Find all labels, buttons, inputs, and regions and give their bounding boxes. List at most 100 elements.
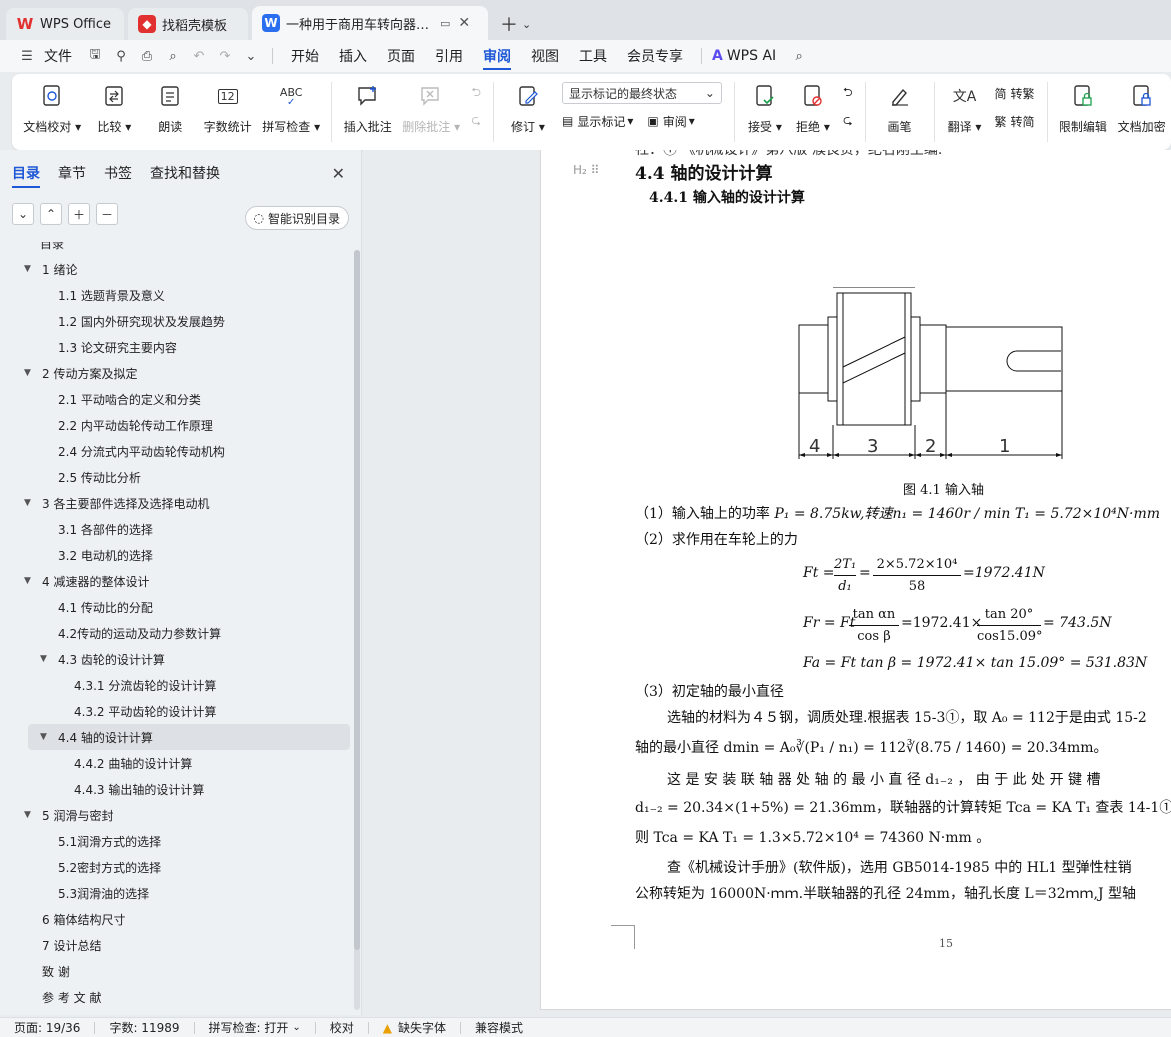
more-chevron-icon[interactable]: ⌄ [240, 45, 262, 67]
hamburger-icon[interactable]: ☰ [16, 45, 38, 67]
toc-item[interactable]: 7 设计总结 [0, 932, 354, 958]
search-icon[interactable]: ⌕ [788, 45, 810, 67]
toc-item[interactable]: 2.5 传动比分析 [0, 464, 354, 490]
print-icon[interactable]: ⎙ [136, 45, 158, 67]
menu-insert[interactable]: 插入 [329, 40, 377, 72]
show-markup-button[interactable]: 显示标记 [577, 113, 625, 130]
next-comment-icon[interactable]: ⮎ [471, 110, 481, 132]
share-icon[interactable]: ⚲ [110, 45, 132, 67]
smart-toc-button[interactable]: ◌ 智能识别目录 [244, 206, 349, 230]
toc-item[interactable]: 4.3.2 平动齿轮的设计计算 [0, 698, 354, 724]
encrypt-button[interactable]: 文档加密 [1118, 82, 1166, 135]
redo-icon[interactable]: ↷ [214, 45, 236, 67]
toc-item[interactable]: 1.1 选题背景及意义 [0, 282, 354, 308]
toc-item[interactable]: 2.2 内平动齿轮传动工作原理 [0, 412, 354, 438]
toc-item[interactable]: ▼ 1 绪论 [0, 256, 354, 282]
menu-page[interactable]: 页面 [377, 40, 425, 72]
tab-wps-office[interactable]: W WPS Office [6, 8, 124, 40]
new-tab-button[interactable]: ＋ ⌄ [492, 8, 539, 40]
menu-start[interactable]: 开始 [281, 40, 329, 72]
missing-font-status[interactable]: ▲ 缺失字体 [369, 1019, 460, 1036]
toc-item[interactable]: 4.2传动的运动及动力参数计算 [0, 620, 354, 646]
restrict-edit-button[interactable]: 限制编辑 [1059, 82, 1107, 135]
prev-change-icon[interactable]: ⮌ [843, 82, 853, 104]
revise-button[interactable]: 修订 ▾ [506, 82, 550, 135]
tab-find-replace[interactable]: 查找和替换 [150, 150, 220, 196]
translate-button[interactable]: 文A 翻译 ▾ [947, 82, 983, 135]
toc-item[interactable]: 4.3.1 分流齿轮的设计计算 [0, 672, 354, 698]
toc-item[interactable]: 1.2 国内外研究现状及发展趋势 [0, 308, 354, 334]
delete-comment-button[interactable]: 删除批注 ▾ [402, 82, 460, 135]
expand-arrow-icon[interactable]: ▼ [24, 264, 36, 274]
document-page[interactable]: 社：① 《机械设计》第八版 濮良贵，纪名刚主编. H₂ ⠿ 4.4 轴的设计计算… [540, 150, 1171, 1010]
tab-document[interactable]: W 一种用于商用车转向器的大传动 ▭ ✕ [252, 6, 488, 40]
proofread-button[interactable]: 文档校对 ▾ [23, 82, 81, 135]
menu-references[interactable]: 引用 [425, 40, 473, 72]
proof-status[interactable]: 校对 [316, 1019, 368, 1036]
tab-bookmarks[interactable]: 书签 [104, 150, 132, 196]
file-menu[interactable]: 文件 [40, 40, 82, 72]
menu-review[interactable]: 审阅 [473, 40, 521, 72]
to-traditional-button[interactable]: 简转繁 [995, 82, 1035, 104]
toc-item[interactable]: 2.1 平动啮合的定义和分类 [0, 386, 354, 412]
toc-item[interactable]: ▼ 4 减速器的整体设计 [0, 568, 354, 594]
save-icon[interactable]: 🖫 [84, 45, 106, 67]
wps-ai-button[interactable]: A WPS AI [710, 40, 786, 72]
toc-item[interactable]: 4.1 传动比的分配 [0, 594, 354, 620]
expand-arrow-icon[interactable]: ▼ [40, 654, 52, 664]
toc-item[interactable]: 1.3 论文研究主要内容 [0, 334, 354, 360]
compare-button[interactable]: 比较 ▾ [92, 82, 136, 135]
expand-up-icon[interactable]: ⌃ [40, 203, 62, 225]
expand-arrow-icon[interactable]: ▼ [24, 498, 36, 508]
expand-arrow-icon[interactable]: ▼ [40, 732, 52, 742]
remove-heading-icon[interactable]: － [96, 203, 118, 225]
insert-comment-button[interactable]: 插入批注 [344, 82, 392, 135]
toc-item[interactable]: 参 考 文 献 [0, 984, 354, 1010]
to-simplified-button[interactable]: 繁转简 [995, 110, 1035, 132]
toc-item[interactable]: 5.1润滑方式的选择 [0, 828, 354, 854]
next-change-icon[interactable]: ⮎ [843, 110, 853, 132]
expand-arrow-icon[interactable]: ▼ [24, 810, 36, 820]
tab-docer[interactable]: ◆ 找稻壳模板 [128, 8, 248, 40]
close-pane-icon[interactable]: ✕ [332, 164, 345, 183]
toc-item[interactable]: 致 谢 [0, 958, 354, 984]
expand-arrow-icon[interactable]: ▼ [24, 576, 36, 586]
toc-item[interactable]: ▼ 3 各主要部件选择及选择电动机 [0, 490, 354, 516]
toc-item[interactable]: 4.4.2 曲轴的设计计算 [0, 750, 354, 776]
reject-button[interactable]: 拒绝 ▾ [795, 82, 831, 135]
scrollbar-thumb[interactable] [354, 250, 360, 950]
toc-item[interactable]: ▼ 4.3 齿轮的设计计算 [0, 646, 354, 672]
add-heading-icon[interactable]: ＋ [68, 203, 90, 225]
toc-item[interactable]: 3.1 各部件的选择 [0, 516, 354, 542]
toc-item[interactable]: 2.4 分流式内平动齿轮传动机构 [0, 438, 354, 464]
toc-item[interactable]: 5.3润滑油的选择 [0, 880, 354, 906]
toc-scrollbar[interactable] [354, 250, 360, 1010]
word-count-indicator[interactable]: 字数: 11989 [95, 1019, 193, 1036]
menu-view[interactable]: 视图 [521, 40, 569, 72]
print-preview-icon[interactable]: ⌕ [162, 45, 184, 67]
read-aloud-button[interactable]: 朗读 [148, 82, 192, 135]
close-tab-icon[interactable]: ✕ [458, 15, 470, 31]
page-indicator[interactable]: 页面: 19/36 [0, 1019, 94, 1036]
menu-tools[interactable]: 工具 [569, 40, 617, 72]
toc-item[interactable]: 4.4.3 输出轴的设计计算 [0, 776, 354, 802]
toc-item[interactable]: ▼ 4.4 轴的设计计算 [28, 724, 350, 750]
undo-icon[interactable]: ↶ [188, 45, 210, 67]
accept-button[interactable]: 接受 ▾ [747, 82, 783, 135]
toc-item[interactable]: 目录 [0, 242, 354, 256]
toc-item[interactable]: 6 箱体结构尺寸 [0, 906, 354, 932]
spell-check-button[interactable]: ABC ✓ 拼写检查 ▾ [262, 82, 320, 135]
toc-item[interactable]: ▼ 2 传动方案及拟定 [0, 360, 354, 386]
pen-button[interactable]: 画笔 [878, 82, 922, 135]
toc-item[interactable]: 5.2密封方式的选择 [0, 854, 354, 880]
collapse-all-icon[interactable]: ⌄ [12, 203, 34, 225]
spell-check-status[interactable]: 拼写检查: 打开 ⌄ [195, 1019, 315, 1036]
toc-item[interactable]: ▼ 5 润滑与密封 [0, 802, 354, 828]
toc-item[interactable]: 3.2 电动机的选择 [0, 542, 354, 568]
tab-toc[interactable]: 目录 [12, 150, 40, 196]
review-pane-button[interactable]: 审阅 [663, 113, 687, 130]
tab-sections[interactable]: 章节 [58, 150, 86, 196]
expand-arrow-icon[interactable]: ▼ [24, 368, 36, 378]
markup-state-select[interactable]: 显示标记的最终状态 ⌄ [561, 82, 722, 104]
word-count-button[interactable]: 12 字数统计 [204, 82, 252, 135]
